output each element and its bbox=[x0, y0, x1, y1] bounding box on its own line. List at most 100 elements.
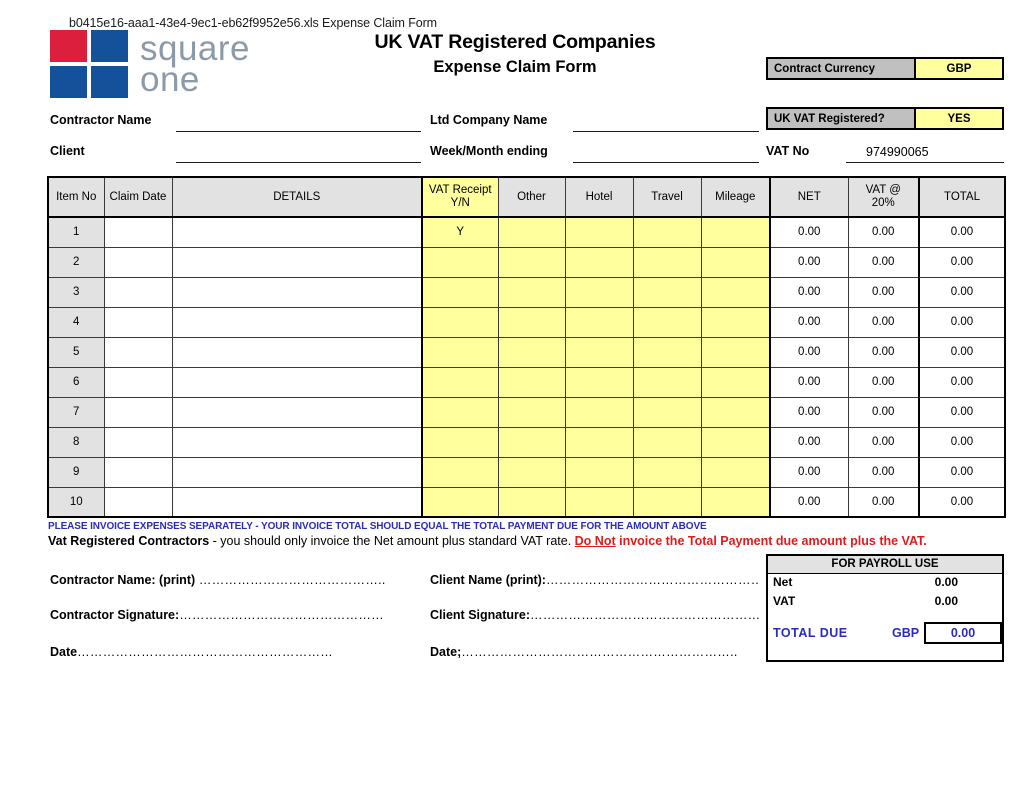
cell-other[interactable] bbox=[497, 276, 566, 308]
cell-hotel[interactable] bbox=[564, 426, 634, 458]
cell-claim-date[interactable] bbox=[103, 486, 173, 518]
cell-other[interactable] bbox=[497, 396, 566, 428]
contractor-name-input[interactable] bbox=[176, 131, 421, 132]
cell-mileage[interactable] bbox=[700, 456, 771, 488]
cell-vat-receipt[interactable] bbox=[421, 306, 499, 338]
cell-hotel[interactable] bbox=[564, 396, 634, 428]
cell-mileage[interactable] bbox=[700, 396, 771, 428]
client-name-print-field[interactable]: Client Name (print):…………………………………………… bbox=[430, 573, 760, 587]
cell-hotel[interactable] bbox=[564, 366, 634, 398]
cell-claim-date[interactable] bbox=[103, 396, 173, 428]
cell-mileage[interactable] bbox=[700, 216, 771, 248]
client-date-field[interactable]: Date;……………………………………………………….. bbox=[430, 645, 760, 659]
cell-mileage[interactable] bbox=[700, 426, 771, 458]
cell-net: 0.00 bbox=[769, 366, 849, 398]
cell-mileage[interactable] bbox=[700, 486, 771, 518]
cell-hotel[interactable] bbox=[564, 456, 634, 488]
table-row: 1 Y 0.00 0.00 0.00 bbox=[47, 216, 1006, 248]
cell-travel[interactable] bbox=[632, 216, 702, 248]
cell-details[interactable] bbox=[171, 366, 423, 398]
cell-item-no: 7 bbox=[47, 396, 105, 428]
cell-claim-date[interactable] bbox=[103, 426, 173, 458]
cell-mileage[interactable] bbox=[700, 306, 771, 338]
cell-claim-date[interactable] bbox=[103, 366, 173, 398]
cell-other[interactable] bbox=[497, 246, 566, 278]
cell-vat: 0.00 bbox=[847, 216, 920, 248]
client-signature-field[interactable]: Client Signature:……………………………………………………. bbox=[430, 608, 760, 622]
week-month-ending-input[interactable] bbox=[573, 162, 759, 163]
cell-hotel[interactable] bbox=[564, 216, 634, 248]
cell-hotel[interactable] bbox=[564, 246, 634, 278]
contractor-signature-field[interactable]: Contractor Signature:………………………………………… bbox=[50, 608, 420, 622]
cell-mileage[interactable] bbox=[700, 336, 771, 368]
cell-other[interactable] bbox=[497, 336, 566, 368]
cell-total: 0.00 bbox=[918, 426, 1006, 458]
cell-details[interactable] bbox=[171, 336, 423, 368]
cell-other[interactable] bbox=[497, 216, 566, 248]
cell-net: 0.00 bbox=[769, 426, 849, 458]
expense-claim-form-page: b0415e16-aaa1-43e4-9ec1-eb62f9952e56.xls… bbox=[0, 0, 1024, 791]
cell-details[interactable] bbox=[171, 246, 423, 278]
ltd-company-name-input[interactable] bbox=[573, 131, 759, 132]
cell-claim-date[interactable] bbox=[103, 276, 173, 308]
cell-travel[interactable] bbox=[632, 336, 702, 368]
cell-other[interactable] bbox=[497, 366, 566, 398]
header-mileage: Mileage bbox=[700, 176, 771, 218]
cell-claim-date[interactable] bbox=[103, 306, 173, 338]
cell-travel[interactable] bbox=[632, 486, 702, 518]
file-header-title: b0415e16-aaa1-43e4-9ec1-eb62f9952e56.xls… bbox=[69, 16, 437, 30]
client-input[interactable] bbox=[176, 162, 421, 163]
cell-travel[interactable] bbox=[632, 366, 702, 398]
contract-currency-value[interactable]: GBP bbox=[914, 59, 1002, 78]
cell-mileage[interactable] bbox=[700, 366, 771, 398]
cell-travel[interactable] bbox=[632, 426, 702, 458]
uk-vat-registered-value[interactable]: YES bbox=[914, 109, 1002, 128]
cell-travel[interactable] bbox=[632, 246, 702, 278]
cell-other[interactable] bbox=[497, 456, 566, 488]
cell-claim-date[interactable] bbox=[103, 246, 173, 278]
cell-vat-receipt[interactable] bbox=[421, 246, 499, 278]
cell-claim-date[interactable] bbox=[103, 456, 173, 488]
cell-travel[interactable] bbox=[632, 396, 702, 428]
cell-other[interactable] bbox=[497, 306, 566, 338]
cell-hotel[interactable] bbox=[564, 336, 634, 368]
cell-vat-receipt[interactable] bbox=[421, 366, 499, 398]
cell-travel[interactable] bbox=[632, 276, 702, 308]
cell-hotel[interactable] bbox=[564, 486, 634, 518]
cell-claim-date[interactable] bbox=[103, 336, 173, 368]
cell-item-no: 10 bbox=[47, 486, 105, 518]
cell-details[interactable] bbox=[171, 486, 423, 518]
cell-hotel[interactable] bbox=[564, 306, 634, 338]
cell-other[interactable] bbox=[497, 486, 566, 518]
cell-details[interactable] bbox=[171, 426, 423, 458]
cell-details[interactable] bbox=[171, 456, 423, 488]
cell-claim-date[interactable] bbox=[103, 216, 173, 248]
cell-vat-receipt[interactable] bbox=[421, 486, 499, 518]
cell-vat-receipt[interactable] bbox=[421, 396, 499, 428]
cell-vat-receipt[interactable] bbox=[421, 456, 499, 488]
contractor-name-print-field[interactable]: Contractor Name: (print) …………………………………….… bbox=[50, 573, 420, 587]
cell-details[interactable] bbox=[171, 276, 423, 308]
payroll-net-value: 0.00 bbox=[934, 575, 958, 589]
contractor-date-field[interactable]: Date…………………………………………………… bbox=[50, 645, 420, 659]
contractor-name-print-label: Contractor Name: (print) bbox=[50, 573, 196, 587]
vat-contractor-note-plain: - you should only invoice the Net amount… bbox=[209, 534, 575, 548]
cell-details[interactable] bbox=[171, 396, 423, 428]
cell-vat-receipt[interactable] bbox=[421, 336, 499, 368]
cell-travel[interactable] bbox=[632, 306, 702, 338]
cell-mileage[interactable] bbox=[700, 276, 771, 308]
cell-details[interactable] bbox=[171, 306, 423, 338]
vat-no-input[interactable] bbox=[846, 162, 1004, 163]
cell-details[interactable] bbox=[171, 216, 423, 248]
cell-vat: 0.00 bbox=[847, 306, 920, 338]
cell-total: 0.00 bbox=[918, 336, 1006, 368]
cell-mileage[interactable] bbox=[700, 246, 771, 278]
cell-other[interactable] bbox=[497, 426, 566, 458]
uk-vat-registered-box: UK VAT Registered? YES bbox=[766, 107, 1004, 130]
cell-hotel[interactable] bbox=[564, 276, 634, 308]
client-name-print-label: Client Name (print): bbox=[430, 573, 546, 587]
cell-vat-receipt[interactable] bbox=[421, 276, 499, 308]
cell-travel[interactable] bbox=[632, 456, 702, 488]
cell-vat-receipt[interactable] bbox=[421, 426, 499, 458]
cell-vat-receipt[interactable]: Y bbox=[421, 216, 499, 248]
